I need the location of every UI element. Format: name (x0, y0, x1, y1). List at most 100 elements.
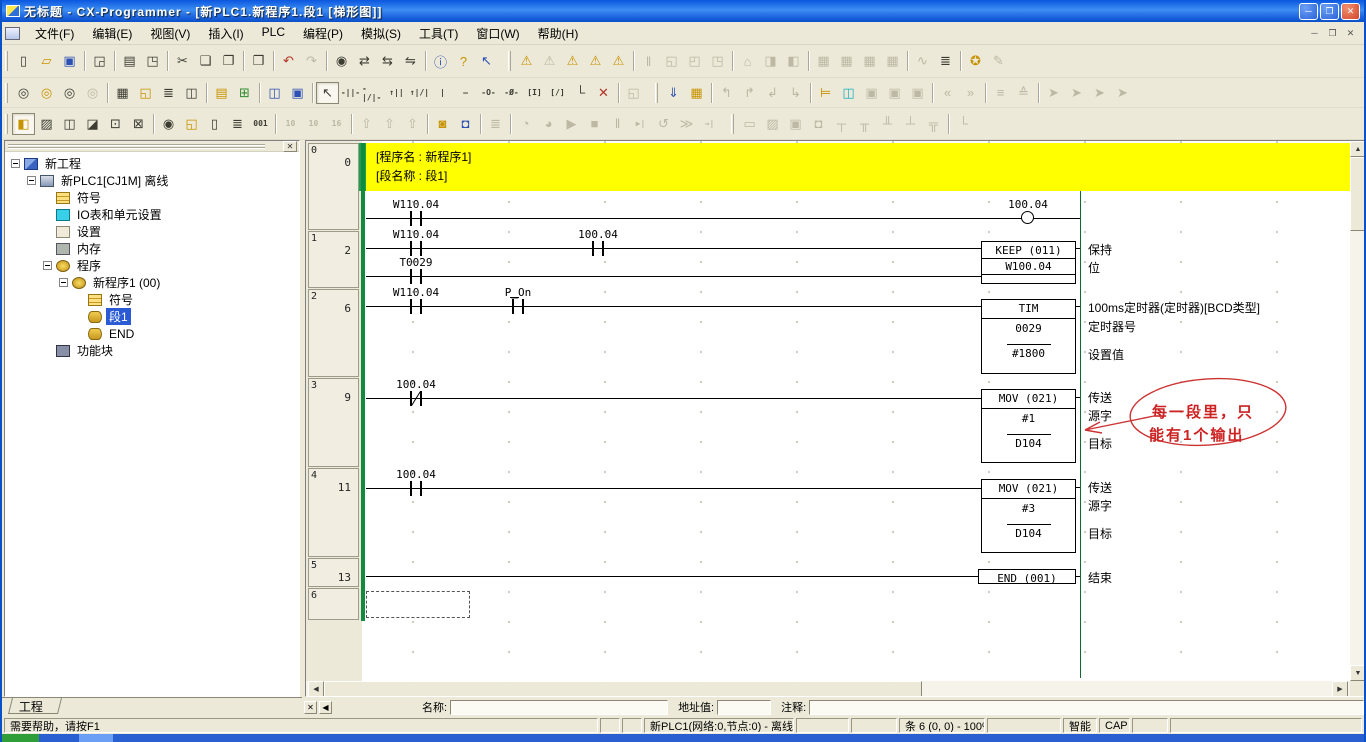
tree-item-新程序1 (00)[interactable]: 新程序1 (00) (5, 274, 299, 291)
clipboard-view-icon[interactable]: ▯ (203, 113, 226, 135)
coil-tool-icon[interactable]: -O- (477, 82, 500, 104)
help-icon[interactable]: ? (452, 50, 475, 72)
junction-2-icon[interactable]: ╥ (853, 113, 876, 135)
sim-step-over-icon[interactable]: ↺ (652, 113, 675, 135)
indent-rung-icon[interactable]: » (959, 82, 982, 104)
closed-coil-tool-icon[interactable]: -Ø- (500, 82, 523, 104)
fb-io-icon[interactable]: ◫ (837, 82, 860, 104)
horizontal-line-tool-icon[interactable]: — (454, 82, 477, 104)
sim-stop-icon[interactable]: ■ (583, 113, 606, 135)
replace-icon[interactable]: ⇄ (353, 50, 376, 72)
fb-library-icon[interactable]: ⊨ (814, 82, 837, 104)
cut-icon[interactable]: ✂ (171, 50, 194, 72)
goto-rung-1-icon[interactable]: ↰ (715, 82, 738, 104)
transfer-settings-icon[interactable]: ⚠ (584, 50, 607, 72)
select-tool-icon[interactable]: ↖ (316, 82, 339, 104)
rung-margin-cell[interactable]: 513 (308, 558, 359, 587)
instruction-box[interactable]: END (001) (978, 569, 1076, 584)
comment-field[interactable] (809, 700, 1364, 715)
rung-margin-cell[interactable]: 39 (308, 378, 359, 467)
split-view-icon[interactable]: ◫ (180, 82, 203, 104)
fb-z-icon[interactable]: ▣ (860, 82, 883, 104)
show-rung-list-icon[interactable]: ≣ (157, 82, 180, 104)
monitor-mode-icon[interactable]: ◨ (759, 50, 782, 72)
minimize-button[interactable]: ─ (1299, 3, 1318, 20)
address-substitute-icon[interactable]: ⇋ (399, 50, 422, 72)
upload-from-plc-icon[interactable]: ◰ (683, 50, 706, 72)
child-minimize-icon[interactable]: ─ (1307, 26, 1322, 40)
dart-1-icon[interactable]: ➤ (1042, 82, 1065, 104)
mnemonic-window-icon[interactable]: ▨ (35, 113, 58, 135)
sim-to-end-icon[interactable]: →| (698, 113, 721, 135)
tree-panel-header[interactable]: ✕ (5, 141, 299, 152)
rung-annotation-icon[interactable]: ◱ (180, 113, 203, 135)
paste-special-icon[interactable]: ❒ (247, 50, 270, 72)
toggle-bit-icon[interactable]: ⇧ (401, 113, 424, 135)
toolbar-gripper[interactable] (508, 51, 511, 71)
import-symbols-icon[interactable]: ⇓ (662, 82, 685, 104)
align-list-icon[interactable]: ≡ (989, 82, 1012, 104)
scroll-right-icon[interactable]: ▶ (1332, 681, 1348, 697)
save-icon[interactable]: ▣ (58, 50, 81, 72)
print-preview-icon[interactable]: ◳ (141, 50, 164, 72)
junction-4-icon[interactable]: ┴ (899, 113, 922, 135)
toolbar-gripper[interactable] (5, 114, 8, 134)
expander-minus-icon[interactable] (11, 159, 20, 168)
menu-item-4[interactable]: 插入(I) (199, 22, 252, 45)
child-restore-icon[interactable]: ❐ (1325, 26, 1340, 40)
break-3-icon[interactable]: ▣ (784, 113, 807, 135)
expander-minus-icon[interactable] (43, 261, 52, 270)
tree-item-功能块[interactable]: 功能块 (5, 342, 299, 359)
vertical-line-tool-icon[interactable]: | (431, 82, 454, 104)
contact-no-tool-icon[interactable]: -||- (339, 82, 362, 104)
project-tab[interactable]: 工程 (8, 698, 62, 714)
scroll-left-icon[interactable]: ◀ (308, 681, 324, 697)
pause-at-icon[interactable]: ◔ (514, 113, 537, 135)
differential-monitor-icon[interactable]: ∿ (911, 50, 934, 72)
goto-rung-2-icon[interactable]: ↱ (738, 82, 761, 104)
find-replace-icon[interactable]: ⇆ (376, 50, 399, 72)
sim-step-icon[interactable]: ▶| (629, 113, 652, 135)
data-display-icon[interactable]: 001 (249, 113, 272, 135)
io-table-4-icon[interactable]: ▦ (881, 50, 904, 72)
break-2-icon[interactable]: ▨ (761, 113, 784, 135)
instruction-tool-icon[interactable]: [I] (523, 82, 546, 104)
toolbar-gripper[interactable] (5, 51, 8, 71)
close-button[interactable]: ✕ (1341, 3, 1360, 20)
redo-icon[interactable]: ↷ (300, 50, 323, 72)
sim-run-icon[interactable]: ▶ (560, 113, 583, 135)
restore-button[interactable]: ❐ (1320, 3, 1339, 20)
show-comments-icon[interactable]: ◱ (134, 82, 157, 104)
compile-icon[interactable]: ⚠ (515, 50, 538, 72)
dart-2-icon[interactable]: ➤ (1065, 82, 1088, 104)
start-button[interactable] (2, 734, 39, 742)
tree-item-程序[interactable]: 程序 (5, 257, 299, 274)
rung-margin-cell[interactable]: 411 (308, 468, 359, 557)
menu-item-6[interactable]: 编程(P) (294, 22, 352, 45)
tree-item-END[interactable]: END (5, 325, 299, 342)
tree-item-IO表和单元设置[interactable]: IO表和单元设置 (5, 206, 299, 223)
new-window-icon[interactable]: ◧ (12, 113, 35, 135)
program-comment-block[interactable]: [程序名 : 新程序1] [段名称 : 段1] (366, 143, 1350, 191)
pause-monitor-icon[interactable]: ◧ (782, 50, 805, 72)
junction-3-icon[interactable]: ╨ (876, 113, 899, 135)
compare-with-plc-icon[interactable]: ◳ (706, 50, 729, 72)
expander-minus-icon[interactable] (27, 176, 36, 185)
force-release-icon[interactable]: ✎ (987, 50, 1010, 72)
contact-nc-tool-icon[interactable]: -|/|- (362, 82, 385, 104)
check-program-icon[interactable]: ⚠ (561, 50, 584, 72)
io-table-3-icon[interactable]: ▦ (858, 50, 881, 72)
fb-x-icon[interactable]: ▣ (883, 82, 906, 104)
sim-pause-icon[interactable]: ‖ (606, 113, 629, 135)
find-window-icon[interactable]: ◪ (81, 113, 104, 135)
watch-close-icon[interactable]: ✕ (304, 701, 317, 714)
goto-rung-4-icon[interactable]: ↳ (784, 82, 807, 104)
tree-item-新工程[interactable]: 新工程 (5, 155, 299, 172)
delete-line-tool-icon[interactable]: ✕ (592, 82, 615, 104)
properties-window-icon[interactable]: ⊠ (127, 113, 150, 135)
show-symbol-tree-icon[interactable]: ⊞ (233, 82, 256, 104)
menu-item-7[interactable]: 模拟(S) (352, 22, 410, 45)
tree-item-新PLC1[CJ1M] 离线[interactable]: 新PLC1[CJ1M] 离线 (5, 172, 299, 189)
cross-reference-icon[interactable]: ◉ (157, 113, 180, 135)
instruction-box[interactable]: KEEP (011)W100.04 (981, 241, 1076, 284)
